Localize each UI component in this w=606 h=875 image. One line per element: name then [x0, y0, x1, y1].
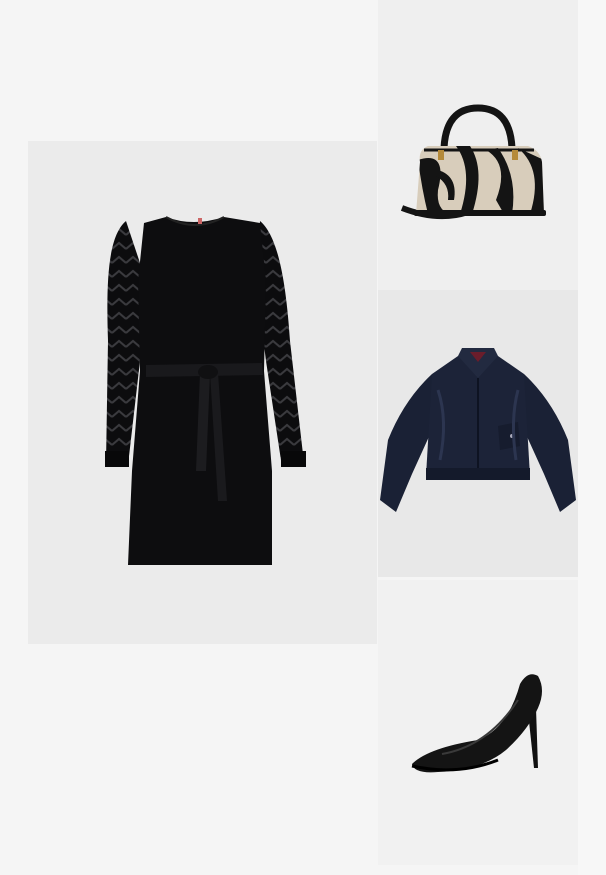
right-gutter: [578, 0, 606, 875]
black-stiletto-pump-image: [411, 674, 542, 773]
dress-product-tile[interactable]: [28, 141, 377, 644]
black-belted-dress-image: [105, 216, 306, 565]
navy-bomber-jacket-image: [380, 348, 576, 512]
handbag-product-tile[interactable]: [378, 0, 578, 290]
shoe-product-tile[interactable]: [378, 580, 578, 865]
outfit-collage: [0, 0, 606, 875]
jacket-product-tile[interactable]: [378, 290, 578, 577]
zebra-print-handbag-image: [400, 104, 546, 220]
